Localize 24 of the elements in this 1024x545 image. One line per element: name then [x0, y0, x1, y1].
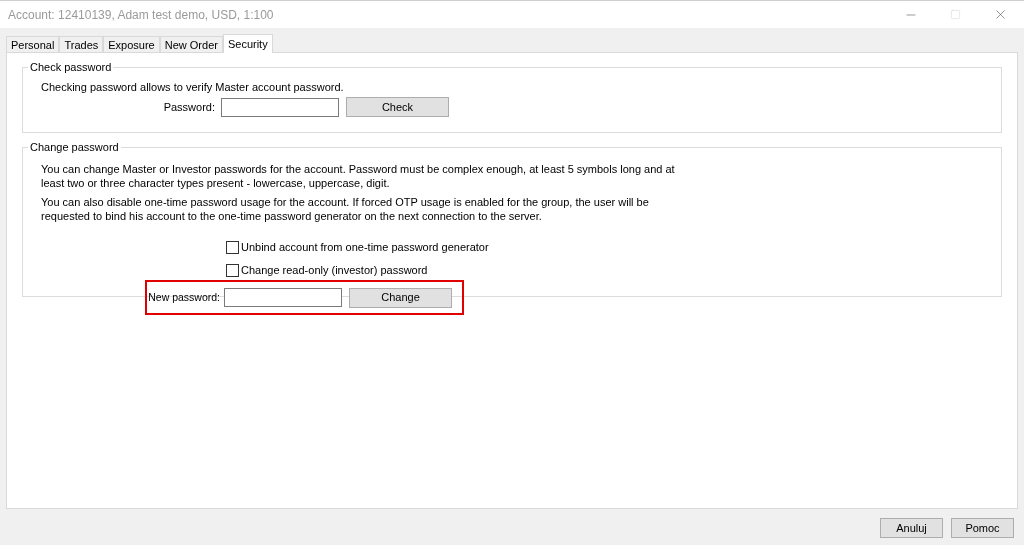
checkbox-label: Change read-only (investor) password — [241, 262, 428, 278]
description: You can also disable one-time password usage for the account. If forced OTP usage is enabled for the group, the user will be requested to bind his account to the one-time password generator on the next connection to the server. — [41, 195, 650, 223]
checkbox[interactable] — [226, 240, 239, 254]
description: You can change Master or Investor passwords for the account. Password must be complex enough, at least 5 symbols long and at least two or three character types present - lowercase, uppercase, digit. — [41, 162, 676, 190]
field-label: Password: — [162, 99, 216, 115]
action-button[interactable]: Pomoc — [951, 518, 1014, 538]
group-title: Change password — [28, 140, 121, 154]
password-field[interactable] — [221, 97, 339, 117]
group-title: Check password — [28, 60, 114, 74]
tab[interactable]: New Order — [159, 36, 223, 52]
tab[interactable]: Security — [222, 34, 273, 53]
action-button[interactable]: Anuluj — [880, 518, 943, 538]
close-icon[interactable] — [993, 7, 1008, 22]
checkbox[interactable] — [226, 263, 239, 277]
tab[interactable]: Trades — [59, 36, 104, 52]
field-label: New password: — [147, 289, 221, 305]
tab[interactable]: Personal — [6, 36, 60, 52]
action-button[interactable]: Change — [349, 287, 452, 308]
checkbox-label: Unbind account from one-time password generator — [241, 239, 489, 255]
action-button[interactable]: Check — [346, 97, 449, 117]
tab[interactable]: Exposure — [103, 36, 160, 52]
window-title: Account: 12410139, Adam test demo, USD, 1:100 — [8, 6, 274, 24]
password-field[interactable] — [224, 288, 342, 307]
description: Checking password allows to verify Master account password. — [41, 80, 345, 94]
